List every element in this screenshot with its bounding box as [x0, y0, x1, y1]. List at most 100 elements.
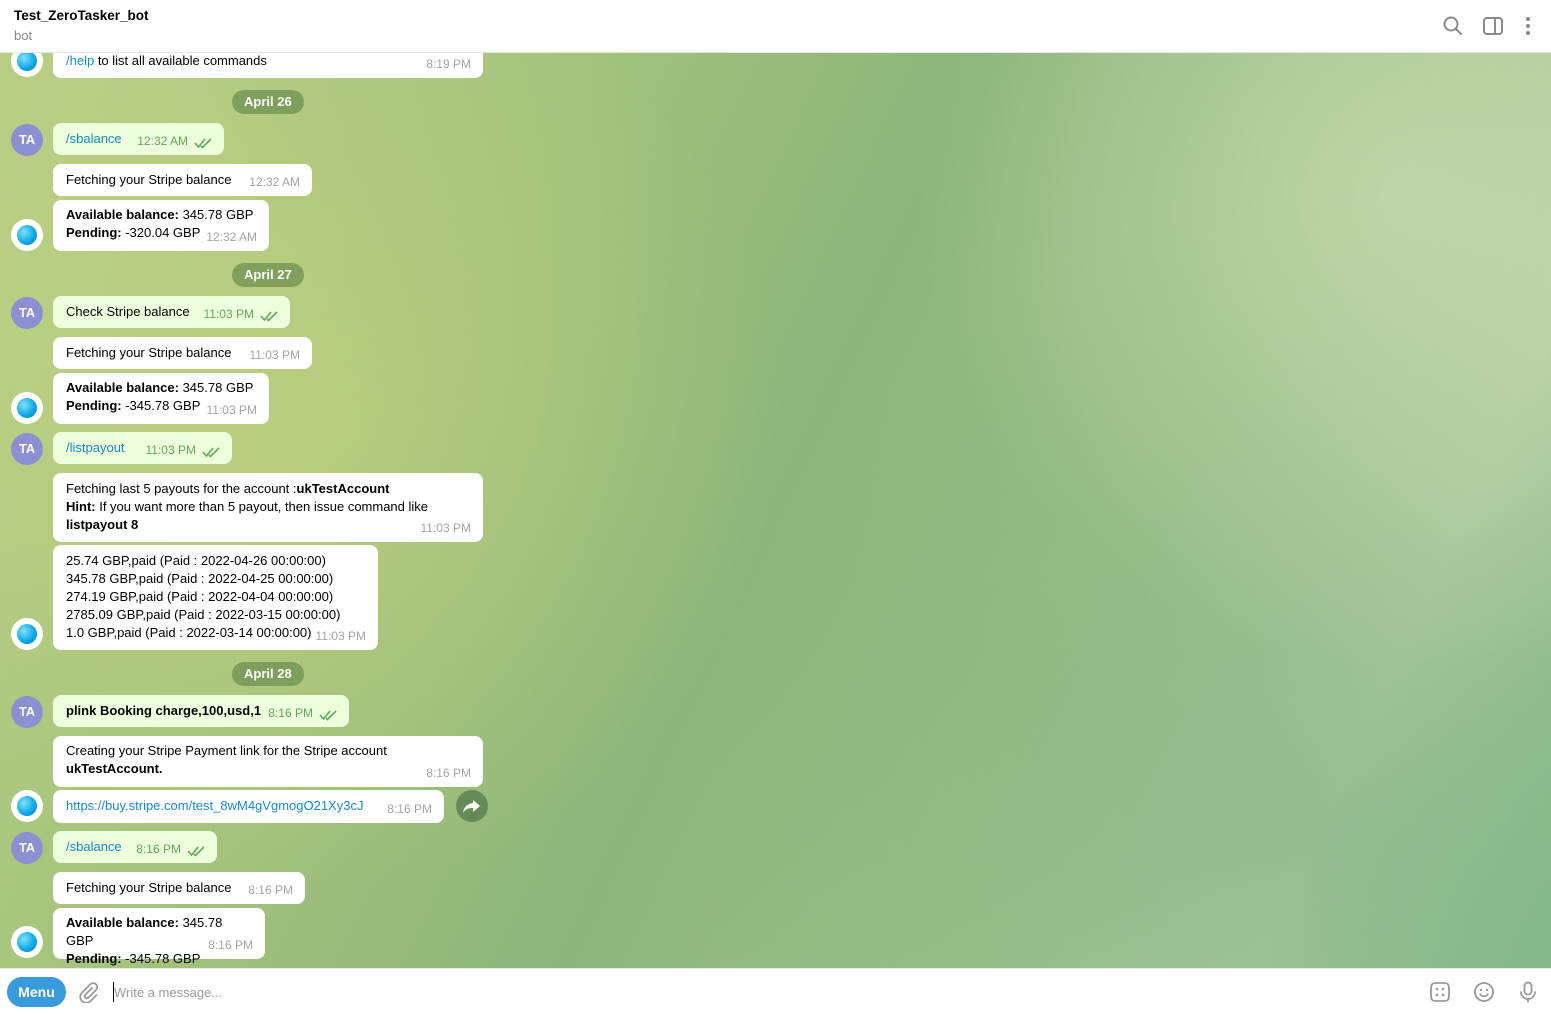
bot-avatar[interactable]: [11, 926, 43, 958]
hint-text: If you want more than 5 payout, then iss…: [95, 499, 429, 514]
command-link[interactable]: /sbalance: [66, 839, 122, 854]
message-time: 12:32 AM: [206, 230, 257, 244]
more-vertical-icon[interactable]: [1517, 15, 1539, 37]
user-avatar[interactable]: TA: [11, 696, 43, 728]
outgoing-message[interactable]: plink Booking charge,100,usd,1 8:16 PM: [53, 695, 349, 727]
bot-avatar[interactable]: [11, 53, 43, 77]
message-time: 11:03 PM: [203, 307, 254, 321]
bot-avatar[interactable]: [11, 392, 43, 424]
incoming-message[interactable]: Fetching your Stripe balance 11:03 PM: [53, 337, 312, 369]
payout-line: 2785.09 GBP,paid (Paid : 2022-03-15 00:0…: [66, 607, 341, 622]
message-text: Fetching your Stripe balance: [66, 345, 232, 360]
message-text: plink Booking charge,100,usd,1: [66, 703, 262, 718]
attach-icon[interactable]: [77, 981, 99, 1003]
read-checkmarks-icon: [260, 311, 278, 322]
incoming-message[interactable]: Fetching your Stripe balance 8:16 PM: [53, 872, 305, 904]
available-balance-label: Available balance:: [66, 380, 179, 395]
date-separator: April 26: [232, 90, 304, 114]
outgoing-message[interactable]: Check Stripe balance 11:03 PM: [53, 296, 290, 328]
user-avatar[interactable]: TA: [11, 433, 43, 465]
message-time: 11:03 PM: [249, 348, 300, 362]
pending-label: Pending:: [66, 398, 122, 413]
message-time: 11:03 PM: [206, 403, 257, 417]
incoming-message[interactable]: Fetching your Stripe balance 12:32 AM: [53, 164, 312, 196]
hint-label: Hint:: [66, 499, 96, 514]
available-balance-label: Available balance:: [66, 207, 179, 222]
message-time: 8:16 PM: [426, 766, 471, 780]
message-time: 8:16 PM: [268, 706, 313, 720]
message-text: Fetching your Stripe balance: [66, 172, 232, 187]
message-text: Check Stripe balance: [66, 304, 190, 319]
bot-commands-icon[interactable]: [1429, 981, 1451, 1003]
available-balance-value: 345.78 GBP: [178, 207, 254, 222]
message-time: 12:32 AM: [249, 175, 300, 189]
command-link[interactable]: /listpayout: [66, 440, 125, 455]
sidebar-toggle-icon[interactable]: [1482, 15, 1504, 37]
payment-link[interactable]: https://buy.stripe.com/test_8wM4gVgmogO2…: [66, 798, 363, 813]
balance-message[interactable]: Available balance: 345.78 GBP Pending: -…: [53, 908, 265, 966]
message-text: Fetching last 5 payouts for the account …: [66, 481, 297, 496]
search-icon[interactable]: [1442, 15, 1464, 37]
bot-avatar[interactable]: [11, 219, 43, 251]
chat-subtitle: bot: [14, 28, 33, 43]
message-time: 8:16 PM: [248, 883, 293, 897]
pending-value: -345.78 GBP: [121, 951, 201, 966]
forward-icon: [463, 800, 480, 813]
microphone-icon[interactable]: [1517, 981, 1539, 1003]
message-composer: Menu Write a message...: [0, 968, 1551, 1014]
chat-history[interactable]: /help to list all available commands 8:1…: [0, 53, 1551, 968]
hint-command: listpayout 8: [66, 517, 139, 532]
user-avatar[interactable]: TA: [11, 832, 43, 864]
chat-title[interactable]: Test_ZeroTasker_bot: [14, 8, 149, 23]
message-time: 11:03 PM: [420, 521, 471, 535]
balance-message[interactable]: Available balance: 345.78 GBP Pending: -…: [53, 200, 269, 251]
message-time: 11:03 PM: [145, 443, 196, 457]
bot-avatar[interactable]: [11, 790, 43, 822]
emoji-icon[interactable]: [1473, 981, 1495, 1003]
message-time: 8:19 PM: [426, 57, 471, 71]
help-command-link[interactable]: /help: [66, 53, 94, 68]
message-input[interactable]: Write a message...: [114, 985, 222, 1000]
payout-list-message[interactable]: 25.74 GBP,paid (Paid : 2022-04-26 00:00:…: [53, 545, 378, 650]
message-help[interactable]: /help to list all available commands 8:1…: [53, 53, 483, 78]
pending-value: -345.78 GBP: [121, 398, 201, 413]
user-avatar[interactable]: TA: [11, 124, 43, 156]
command-link[interactable]: /sbalance: [66, 131, 122, 146]
outgoing-message[interactable]: /listpayout 11:03 PM: [53, 432, 232, 464]
pending-label: Pending:: [66, 951, 122, 966]
pending-label: Pending:: [66, 225, 122, 240]
payout-line: 25.74 GBP,paid (Paid : 2022-04-26 00:00:…: [66, 553, 326, 568]
date-separator: April 28: [232, 662, 304, 686]
account-name: ukTestAccount: [296, 481, 390, 496]
message-text: Fetching your Stripe balance: [66, 880, 232, 895]
read-checkmarks-icon: [194, 138, 212, 149]
read-checkmarks-icon: [319, 710, 337, 721]
outgoing-message[interactable]: /sbalance 12:32 AM: [53, 123, 224, 155]
pending-value: -320.04 GBP: [121, 225, 201, 240]
message-time: 11:03 PM: [315, 629, 366, 643]
bot-menu-button[interactable]: Menu: [7, 977, 66, 1007]
account-name: ukTestAccount.: [66, 761, 163, 776]
read-checkmarks-icon: [202, 447, 220, 458]
user-avatar[interactable]: TA: [11, 297, 43, 329]
bot-avatar[interactable]: [11, 618, 43, 650]
read-checkmarks-icon: [187, 846, 205, 857]
message-time: 8:16 PM: [136, 842, 181, 856]
payment-link-message[interactable]: https://buy.stripe.com/test_8wM4gVgmogO2…: [53, 790, 444, 823]
forward-button[interactable]: [456, 790, 488, 822]
message-text: Creating your Stripe Payment link for th…: [66, 743, 387, 758]
payout-line: 274.19 GBP,paid (Paid : 2022-04-04 00:00…: [66, 589, 334, 604]
message-time: 8:16 PM: [387, 802, 432, 816]
payout-line: 345.78 GBP,paid (Paid : 2022-04-25 00:00…: [66, 571, 334, 586]
outgoing-message[interactable]: /sbalance 8:16 PM: [53, 831, 217, 863]
balance-message[interactable]: Available balance: 345.78 GBP Pending: -…: [53, 373, 269, 424]
available-balance-label: Available balance:: [66, 915, 179, 930]
incoming-message[interactable]: Creating your Stripe Payment link for th…: [53, 736, 483, 787]
message-text: to list all available commands: [94, 53, 267, 68]
message-time: 8:16 PM: [208, 938, 253, 952]
available-balance-value: 345.78 GBP: [178, 380, 254, 395]
date-separator: April 27: [232, 263, 304, 287]
chat-header: Test_ZeroTasker_bot bot: [0, 0, 1551, 53]
message-time: 12:32 AM: [137, 134, 188, 148]
incoming-message[interactable]: Fetching last 5 payouts for the account …: [53, 473, 483, 542]
